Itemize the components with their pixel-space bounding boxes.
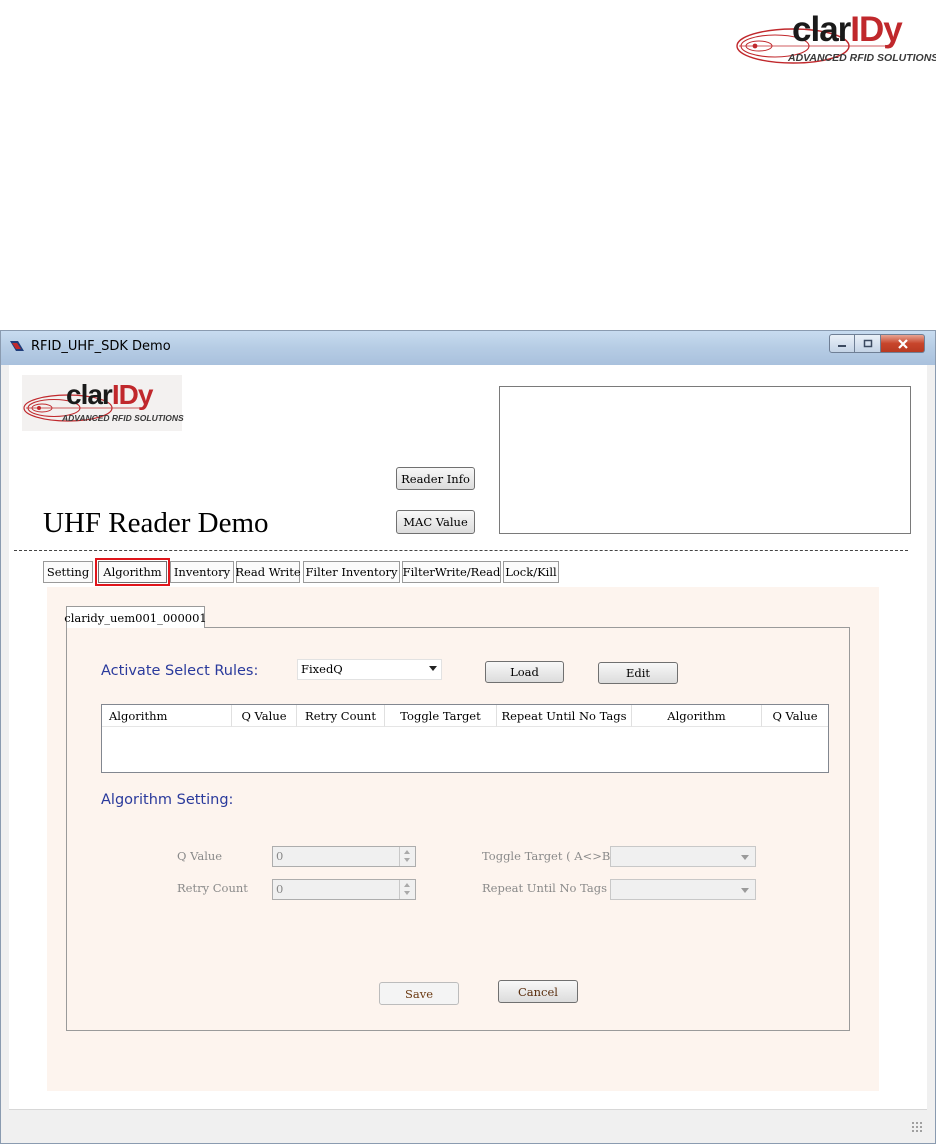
- select-rules-dropdown[interactable]: FixedQ: [297, 659, 442, 680]
- retry-count-spinner[interactable]: 0: [272, 879, 416, 900]
- chevron-down-icon: [429, 666, 437, 671]
- tab-read-write[interactable]: Read Write: [235, 561, 301, 583]
- title-bar[interactable]: RFID_UHF_SDK Demo: [1, 331, 935, 365]
- column-header[interactable]: Q Value: [232, 705, 297, 727]
- retry-count-label: Retry Count: [177, 881, 248, 895]
- brand-wordmark: clarIDy: [792, 10, 903, 49]
- save-button[interactable]: Save: [379, 982, 459, 1005]
- q-value-spinner[interactable]: 0: [272, 846, 416, 867]
- tab-inventory[interactable]: Inventory: [170, 561, 234, 583]
- spin-arrows-icon[interactable]: [399, 880, 415, 899]
- edit-button[interactable]: Edit: [598, 662, 678, 684]
- load-button[interactable]: Load: [485, 661, 564, 683]
- column-header[interactable]: Repeat Until No Tags: [497, 705, 632, 727]
- brand-wordmark: clarIDy: [66, 379, 153, 410]
- window-controls: [829, 334, 925, 353]
- cancel-button[interactable]: Cancel: [498, 980, 578, 1003]
- tab-device[interactable]: claridy_uem001_000001: [64, 606, 207, 628]
- header-divider: [14, 550, 908, 551]
- q-value-label: Q Value: [177, 849, 223, 863]
- brand-tagline: ADVANCED RFID SOLUTIONS: [62, 413, 184, 423]
- algorithm-panel: claridy_uem001_000001 Activate Select Ru…: [47, 587, 879, 1091]
- tab-lock-kill[interactable]: Lock/Kill: [503, 561, 559, 583]
- page-title: UHF Reader Demo: [43, 507, 269, 539]
- column-header[interactable]: Retry Count: [297, 705, 385, 727]
- chevron-down-icon: [741, 855, 749, 860]
- q-value: 0: [276, 849, 284, 863]
- algorithm-setting-label: Algorithm Setting:: [101, 792, 234, 808]
- column-header[interactable]: Q Value: [762, 705, 828, 727]
- maximize-button[interactable]: [855, 334, 881, 353]
- column-header[interactable]: Algorithm: [102, 705, 232, 727]
- status-bar: [9, 1109, 927, 1137]
- reader-info-button[interactable]: Reader Info: [396, 467, 475, 490]
- minimize-icon: [838, 344, 846, 347]
- minimize-button[interactable]: [829, 334, 855, 353]
- retry-count-value: 0: [276, 882, 284, 896]
- toggle-target-dropdown[interactable]: [610, 846, 756, 867]
- maximize-icon: [863, 339, 872, 347]
- tab-filter-inventory[interactable]: Filter Inventory: [303, 561, 400, 583]
- spin-arrows-icon[interactable]: [399, 847, 415, 866]
- table-header: Algorithm Q Value Retry Count Toggle Tar…: [102, 705, 828, 727]
- brand-tagline: ADVANCED RFID SOLUTIONS: [788, 52, 936, 64]
- chevron-down-icon: [741, 888, 749, 893]
- toggle-target-label: Toggle Target ( A<>B ): [482, 849, 619, 863]
- algorithm-table[interactable]: Algorithm Q Value Retry Count Toggle Tar…: [101, 704, 829, 773]
- column-header[interactable]: Toggle Target: [385, 705, 497, 727]
- select-rules-label: Activate Select Rules:: [101, 663, 259, 679]
- repeat-until-no-tags-label: Repeat Until No Tags: [482, 881, 608, 895]
- close-icon: [897, 338, 908, 349]
- inner-brand-logo: clarIDy ADVANCED RFID SOLUTIONS: [22, 375, 184, 431]
- mac-value-button[interactable]: MAC Value: [396, 510, 475, 534]
- app-window: RFID_UHF_SDK Demo clarIDy ADVANCED RFID …: [0, 330, 936, 1144]
- tab-filter-write-read[interactable]: FilterWrite/Read: [402, 561, 501, 583]
- tab-algorithm[interactable]: Algorithm: [95, 558, 170, 586]
- client-area: clarIDy ADVANCED RFID SOLUTIONS Reader I…: [9, 365, 927, 1109]
- algorithm-group: Activate Select Rules: FixedQ Load Edit …: [66, 627, 850, 1031]
- column-header[interactable]: Algorithm: [632, 705, 762, 727]
- resize-grip-icon[interactable]: [911, 1121, 923, 1133]
- select-rules-value: FixedQ: [301, 662, 343, 676]
- tab-setting[interactable]: Setting: [43, 561, 93, 583]
- repeat-until-no-tags-dropdown[interactable]: [610, 879, 756, 900]
- window-title: RFID_UHF_SDK Demo: [31, 339, 171, 354]
- brand-logo: clarIDy ADVANCED RFID SOLUTIONS: [735, 8, 936, 68]
- reader-output-box[interactable]: [499, 386, 911, 534]
- rfid-app-icon: [10, 341, 24, 351]
- close-button[interactable]: [881, 334, 925, 353]
